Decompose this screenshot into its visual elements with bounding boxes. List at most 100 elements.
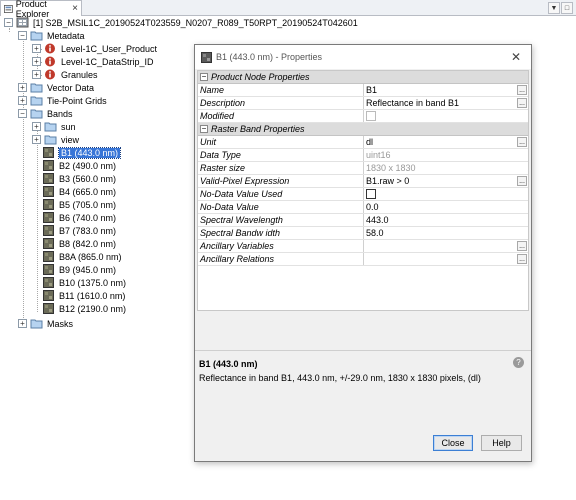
tree-item-band[interactable]: B12 (2190.0 nm) (42, 302, 126, 315)
tree-item-band[interactable]: B4 (665.0 nm) (42, 185, 116, 198)
tab-bar: Product Explorer × ▼ □ (0, 0, 576, 19)
ancillary-relations-field[interactable]: ... (364, 253, 528, 265)
property-raster-size: Raster size 1830 x 1830 (198, 162, 528, 175)
band-label: B12 (2190.0 nm) (59, 303, 127, 314)
valid-pixel-field[interactable]: B1.raw > 0... (364, 175, 528, 187)
tree-item-datastrip[interactable]: + Level-1C_DataStrip_ID (32, 55, 154, 68)
property-label: Ancillary Variables (198, 240, 364, 252)
no-data-value-field[interactable]: 0.0 (364, 201, 528, 213)
help-icon[interactable]: ? (513, 357, 524, 368)
section-label: Product Node Properties (211, 72, 310, 82)
tree-item-band[interactable]: B9 (945.0 nm) (42, 263, 116, 276)
folder-icon (44, 135, 57, 145)
no-data-used-checkbox[interactable] (366, 189, 376, 199)
property-sheet: − Product Node Properties Name B1... Des… (197, 70, 529, 311)
expand-icon[interactable]: + (32, 135, 41, 144)
collapse-icon[interactable]: − (18, 109, 27, 118)
property-label: Name (198, 84, 364, 96)
meta-item-label: Granules (61, 69, 98, 80)
tree-item-band[interactable]: B2 (490.0 nm) (42, 159, 116, 172)
expand-icon[interactable]: + (32, 70, 41, 79)
collapse-icon[interactable]: − (4, 18, 13, 27)
property-label: Modified (198, 110, 364, 122)
band-label: B4 (665.0 nm) (59, 186, 117, 197)
section-label: Raster Band Properties (211, 124, 305, 134)
collapse-icon[interactable]: − (200, 73, 208, 81)
folder-icon (30, 319, 43, 329)
tree-item-band[interactable]: B5 (705.0 nm) (42, 198, 116, 211)
window-controls: ▼ □ (548, 2, 573, 14)
tree-item-vector-data[interactable]: + Vector Data (18, 81, 94, 94)
tree-item-band[interactable]: B8A (865.0 nm) (42, 250, 122, 263)
description-title: B1 (443.0 nm) (199, 359, 258, 369)
description-text: Reflectance in band B1, 443.0 nm, +/-29.… (199, 373, 481, 383)
no-data-used-field[interactable] (364, 188, 528, 200)
tree-item-bands[interactable]: − Bands (18, 107, 73, 120)
property-name: Name B1... (198, 84, 528, 97)
close-button[interactable]: Close (433, 435, 473, 451)
property-unit: Unit dl... (198, 136, 528, 149)
dialog-titlebar[interactable]: B1 (443.0 nm) - Properties ✕ (195, 45, 531, 69)
tree-item-sun[interactable]: + sun (32, 120, 76, 133)
vector-data-label: Vector Data (47, 82, 95, 93)
collapse-icon[interactable]: − (200, 125, 208, 133)
ellipsis-button[interactable]: ... (517, 98, 527, 108)
maximize-icon[interactable]: □ (561, 2, 573, 14)
meta-item-label: Level-1C_User_Product (61, 43, 158, 54)
description-field[interactable]: Reflectance in band B1... (364, 97, 528, 109)
tree-item-tie-point-grids[interactable]: + Tie-Point Grids (18, 94, 107, 107)
tree-item-band[interactable]: B1 (443.0 nm) (42, 146, 122, 159)
section-raster-band[interactable]: − Raster Band Properties (198, 123, 528, 136)
ellipsis-button[interactable]: ... (517, 85, 527, 95)
tree-item-view[interactable]: + view (32, 133, 79, 146)
close-icon[interactable]: × (72, 3, 78, 14)
band-icon (43, 238, 54, 249)
expand-icon[interactable]: + (32, 57, 41, 66)
expand-icon[interactable]: + (32, 122, 41, 131)
ellipsis-button[interactable]: ... (517, 241, 527, 251)
metadata-label: Metadata (47, 30, 85, 41)
ellipsis-button[interactable]: ... (517, 176, 527, 186)
tree-item-user-product[interactable]: + Level-1C_User_Product (32, 42, 157, 55)
bands-label: Bands (47, 108, 73, 119)
band-icon (43, 303, 54, 314)
collapse-icon[interactable]: − (18, 31, 27, 40)
raster-size-field: 1830 x 1830 (366, 163, 416, 173)
ancillary-variables-field[interactable]: ... (364, 240, 528, 252)
info-icon (45, 69, 55, 80)
expand-icon[interactable]: + (18, 83, 27, 92)
chevron-down-icon[interactable]: ▼ (548, 2, 560, 14)
close-icon[interactable]: ✕ (511, 50, 521, 64)
band-icon (43, 264, 54, 275)
ellipsis-button[interactable]: ... (517, 254, 527, 264)
expand-icon[interactable]: + (18, 96, 27, 105)
expand-icon[interactable]: + (32, 44, 41, 53)
property-label: Spectral Bandw idth (198, 227, 364, 239)
tree-item-granules[interactable]: + Granules (32, 68, 98, 81)
expand-icon[interactable]: + (18, 319, 27, 328)
name-field[interactable]: B1... (364, 84, 528, 96)
tree-item-metadata[interactable]: − Metadata (18, 29, 85, 42)
band-group-label: sun (61, 121, 76, 132)
tree-item-band[interactable]: B10 (1375.0 nm) (42, 276, 126, 289)
tree-item-band[interactable]: B6 (740.0 nm) (42, 211, 116, 224)
help-button[interactable]: Help (481, 435, 522, 451)
tree-item-band[interactable]: B8 (842.0 nm) (42, 237, 116, 250)
tree-item-masks[interactable]: + Masks (18, 317, 73, 330)
property-wavelength: Spectral Wavelength 443.0 (198, 214, 528, 227)
band-label: B5 (705.0 nm) (59, 199, 117, 210)
data-type-field: uint16 (366, 150, 391, 160)
folder-icon (30, 96, 43, 106)
tree-item-band[interactable]: B11 (1610.0 nm) (42, 289, 125, 302)
ellipsis-button[interactable]: ... (517, 137, 527, 147)
property-label: Valid-Pixel Expression (198, 175, 364, 187)
folder-icon (44, 122, 57, 132)
tree-item-band[interactable]: B7 (783.0 nm) (42, 224, 116, 237)
tab-product-explorer[interactable]: Product Explorer × (0, 0, 82, 19)
wavelength-field[interactable]: 443.0 (364, 214, 528, 226)
tree-item-band[interactable]: B3 (560.0 nm) (42, 172, 116, 185)
unit-field[interactable]: dl... (364, 136, 528, 148)
tree-item-product[interactable]: − [1] S2B_MSIL1C_20190524T023559_N0207_R… (4, 16, 358, 29)
section-product-node[interactable]: − Product Node Properties (198, 71, 528, 84)
bandwidth-field[interactable]: 58.0 (364, 227, 528, 239)
